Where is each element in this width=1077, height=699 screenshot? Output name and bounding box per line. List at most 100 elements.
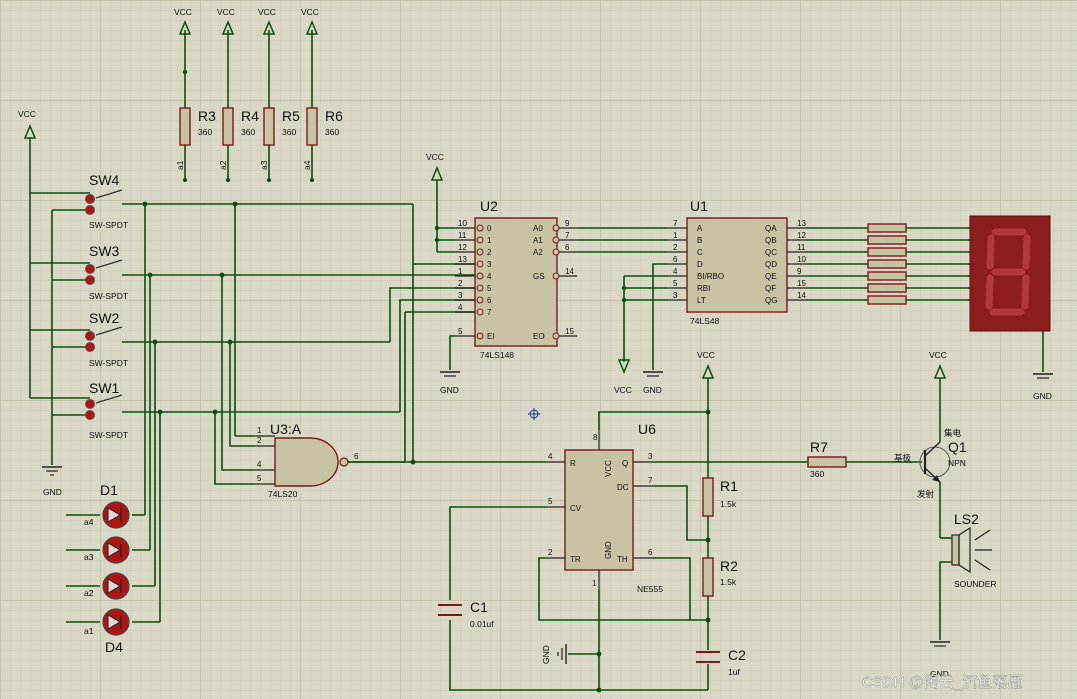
sw2-ref: SW2 <box>89 310 120 326</box>
u1-pin-num: 6 <box>673 255 678 264</box>
r6-net: a4 <box>302 160 312 170</box>
d1-ref: D1 <box>100 482 118 498</box>
schematic-canvas: VCC R3 360 a1 VCC R4 360 a2 VCC R5 360 a… <box>0 0 1077 699</box>
u1-pin-num: 11 <box>797 243 806 252</box>
u2-pin-name: A0 <box>533 224 543 233</box>
u3-pin-5: 5 <box>257 474 262 483</box>
u2-inverter-bubble <box>476 308 484 316</box>
u6-th-label: TH <box>617 555 628 564</box>
u2-pin-num: 12 <box>458 243 467 252</box>
r3-value: 360 <box>198 127 212 137</box>
sw4-type: SW-SPDT <box>89 220 128 230</box>
u1-pin-num: 15 <box>797 279 806 288</box>
u1-pin-name: QG <box>765 296 777 305</box>
q1-emitter: 发射 <box>917 489 935 499</box>
u1-pin-num: 12 <box>797 231 806 240</box>
u1-pin-num: 2 <box>673 243 678 252</box>
ls2-type: SOUNDER <box>954 579 997 589</box>
u2-pin-num: 6 <box>565 243 570 252</box>
sw1-type: SW-SPDT <box>89 430 128 440</box>
segment-resistor <box>867 247 907 257</box>
u2-pin-num: 2 <box>458 279 463 288</box>
d1-net: a4 <box>84 517 94 527</box>
u2-inverter-bubble <box>476 284 484 292</box>
watermark: CSDN @闲云_沉鱼落雁 <box>862 673 1022 691</box>
d2-net: a3 <box>84 552 94 562</box>
u6-pin-5: 5 <box>548 497 553 506</box>
c1-value: 0.01uf <box>470 619 494 629</box>
sw3-ref: SW3 <box>89 243 120 259</box>
segment-resistor <box>867 283 907 293</box>
u2-pin-num: 7 <box>565 231 570 240</box>
u6-gnd-label: GND <box>604 541 613 559</box>
u3-ref: U3:A <box>270 421 302 437</box>
u1-pin-num: 13 <box>797 219 806 228</box>
r7-value: 360 <box>810 469 824 479</box>
u1-pin-name: QB <box>765 236 777 245</box>
vcc-label: VCC <box>301 7 319 17</box>
u1-pin-num: 10 <box>797 255 806 264</box>
u2-pin-num: 4 <box>458 303 463 312</box>
u1-pin-name: QC <box>765 248 777 257</box>
r1-ref: R1 <box>720 478 738 494</box>
segment-resistor <box>867 271 907 281</box>
vcc-label: VCC <box>929 350 947 360</box>
vcc-label: VCC <box>614 385 632 395</box>
u1-pin-num: 1 <box>673 231 678 240</box>
u1-pin-name: QD <box>765 260 777 269</box>
u2-ref: U2 <box>480 198 498 214</box>
u6-pin-6: 6 <box>648 548 653 557</box>
u1-part: 74LS48 <box>690 316 720 326</box>
sw2-type: SW-SPDT <box>89 358 128 368</box>
u2-pin-num: 11 <box>458 231 467 240</box>
u2-pin-num: 9 <box>565 219 570 228</box>
u1-pin-name: A <box>697 224 703 233</box>
u6-pin-8: 8 <box>593 433 598 442</box>
r7-ref: R7 <box>810 439 828 455</box>
c2-value: 1uf <box>728 667 740 677</box>
r5-value: 360 <box>282 127 296 137</box>
u1-pin-name: RBI <box>697 284 710 293</box>
u2-pin-num: 14 <box>565 267 574 276</box>
u2-pin-name: EO <box>533 332 545 341</box>
u6-cv-label: CV <box>570 504 582 513</box>
segment-resistor <box>867 295 907 305</box>
u2-inverter-bubble <box>476 296 484 304</box>
u1-pin-num: 5 <box>673 279 678 288</box>
q1-type: NPN <box>948 458 966 468</box>
u2-inverter-bubble <box>476 224 484 232</box>
u1-ref: U1 <box>690 198 708 214</box>
u2-pin-num: 15 <box>565 327 574 336</box>
u2-pin-name: A1 <box>533 236 543 245</box>
d3-net: a2 <box>84 588 94 598</box>
q1-ref: Q1 <box>948 439 967 455</box>
u6-part: NE555 <box>637 584 663 594</box>
r2-value: 1.5k <box>720 577 737 587</box>
ls2-ref: LS2 <box>954 511 979 527</box>
r6-value: 360 <box>325 127 339 137</box>
u2-inverter-bubble <box>476 332 484 340</box>
u1-pin-num: 3 <box>673 291 678 300</box>
sw1-ref: SW1 <box>89 380 120 396</box>
q1-base: 基极 <box>894 453 912 463</box>
r1-value: 1.5k <box>720 499 737 509</box>
u2-inverter-bubble <box>552 332 560 340</box>
u2-pin-num: 5 <box>458 327 463 336</box>
d4-ref: D4 <box>105 639 123 655</box>
r5-net: a3 <box>259 160 269 170</box>
gnd-label: GND <box>1033 391 1052 401</box>
u1-pin-name: LT <box>697 296 706 305</box>
u3-part: 74LS20 <box>268 489 298 499</box>
sw4-ref: SW4 <box>89 172 120 188</box>
u1-pin-name: QA <box>765 224 777 233</box>
vcc-label: VCC <box>697 350 715 360</box>
u3-pin-2: 2 <box>257 436 262 445</box>
r5-ref: R5 <box>282 108 300 124</box>
gnd-label: GND <box>541 645 551 664</box>
sw3-type: SW-SPDT <box>89 291 128 301</box>
u2-inverter-bubble <box>552 236 560 244</box>
u2-pin-name: 6 <box>487 296 492 305</box>
vcc-label: VCC <box>18 109 36 119</box>
u2-inverter-bubble <box>552 224 560 232</box>
d4-net: a1 <box>84 626 94 636</box>
